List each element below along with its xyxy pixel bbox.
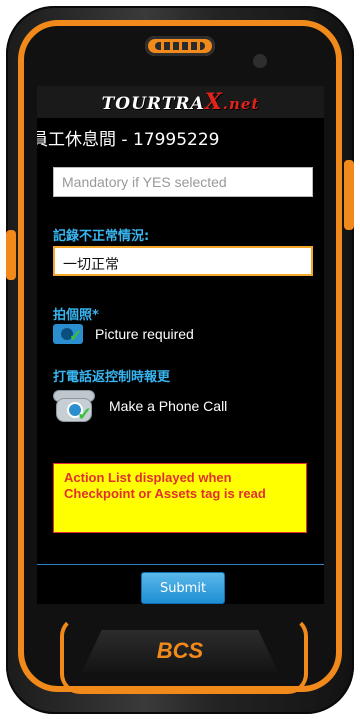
divider xyxy=(37,564,324,565)
take-picture-button[interactable]: ✓ Picture required xyxy=(53,324,194,345)
record-input[interactable]: 一切正常 xyxy=(53,246,313,276)
camera-icon: ✓ xyxy=(53,324,83,345)
side-button-left xyxy=(6,230,16,280)
make-call-button[interactable]: ✓ Make a Phone Call xyxy=(53,388,227,424)
submit-button[interactable]: Submit xyxy=(141,572,225,604)
front-camera xyxy=(253,54,267,68)
record-label: 記錄不正常情況: xyxy=(53,229,150,244)
picture-required-text: Picture required xyxy=(95,326,194,342)
photo-label: 拍個照* xyxy=(53,308,99,323)
brand-logo: BCS xyxy=(156,638,204,663)
logo-bar: TOURTRAX.net xyxy=(37,86,324,118)
app-screen: TOURTRAX.net 員工休息間 - 17995229 Mandatory … xyxy=(37,86,324,604)
page-title: 員工休息間 - 17995229 xyxy=(37,130,220,150)
make-call-text: Make a Phone Call xyxy=(109,398,228,414)
brand-plate: BCS xyxy=(82,630,278,672)
tourtrax-logo: TOURTRAX.net xyxy=(101,89,260,115)
speaker-grille xyxy=(145,36,215,56)
mandatory-input[interactable]: Mandatory if YES selected xyxy=(53,167,313,197)
action-list-note: Action List displayed when Checkpoint or… xyxy=(53,463,307,533)
call-label: 打電話返控制時報更 xyxy=(53,370,171,385)
side-button xyxy=(344,160,354,230)
telephone-icon: ✓ xyxy=(53,388,95,424)
